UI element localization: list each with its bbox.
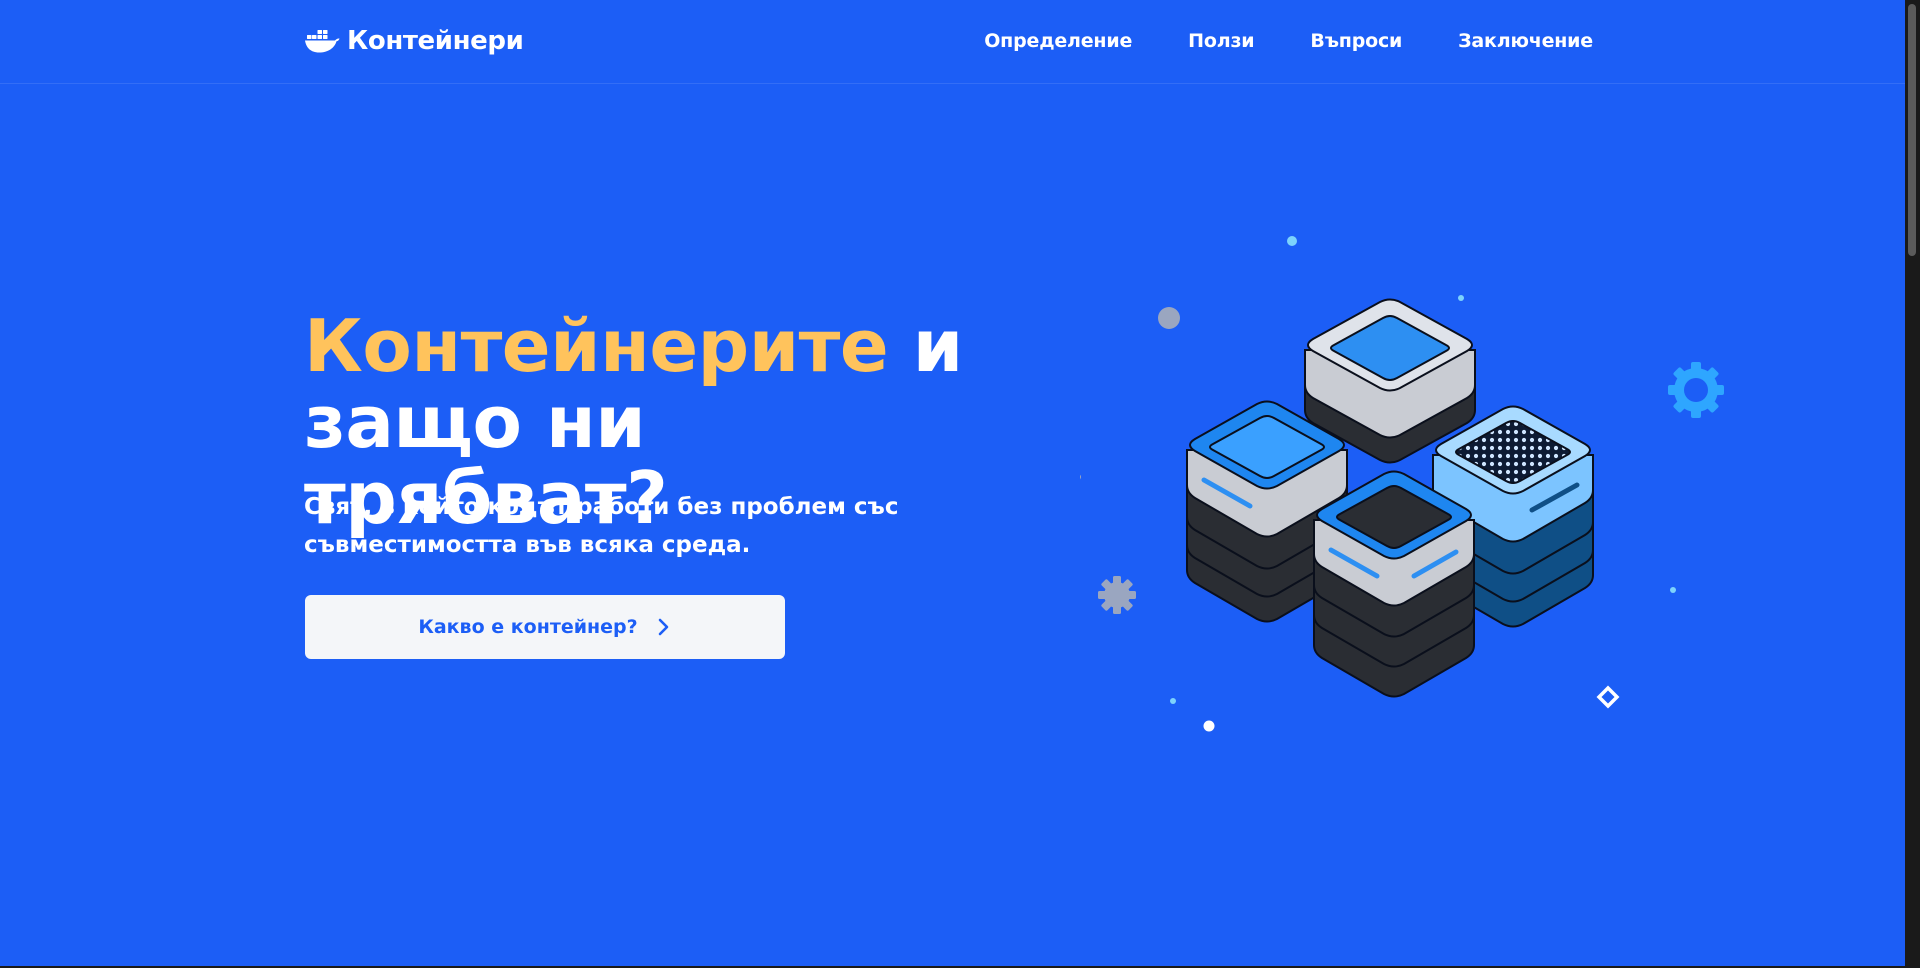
scrollbar-thumb[interactable] xyxy=(1908,4,1916,256)
nav-item-benefits[interactable]: Ползи xyxy=(1188,28,1254,54)
nav-item-definition[interactable]: Определение xyxy=(984,28,1132,54)
main-nav: Определение Ползи Въпроси Заключение xyxy=(984,28,1593,54)
hero-title-accent: Контейнерите xyxy=(304,304,889,388)
nav-item-questions[interactable]: Въпроси xyxy=(1310,28,1402,54)
brand-logo-link[interactable]: Контейнери xyxy=(304,24,524,58)
site-header: Контейнери Определение Ползи Въпроси Зак… xyxy=(0,0,1905,84)
container-stack-front xyxy=(1313,470,1475,698)
cta-label: Какво е контейнер? xyxy=(418,616,638,638)
whale-icon xyxy=(305,30,340,53)
chevron-right-icon xyxy=(658,618,668,636)
container-stacks-illustration xyxy=(1080,236,1724,732)
hero-subtitle: Свят, в който кодът работи без проблем с… xyxy=(304,494,899,558)
what-is-container-button[interactable]: Какво е контейнер? xyxy=(305,595,785,659)
brand-name: Контейнери xyxy=(347,26,524,56)
nav-item-conclusion[interactable]: Заключение xyxy=(1458,28,1593,54)
page: Контейнери Определение Ползи Въпроси Зак… xyxy=(0,0,1905,966)
hero-title-part-1: и xyxy=(888,304,963,388)
